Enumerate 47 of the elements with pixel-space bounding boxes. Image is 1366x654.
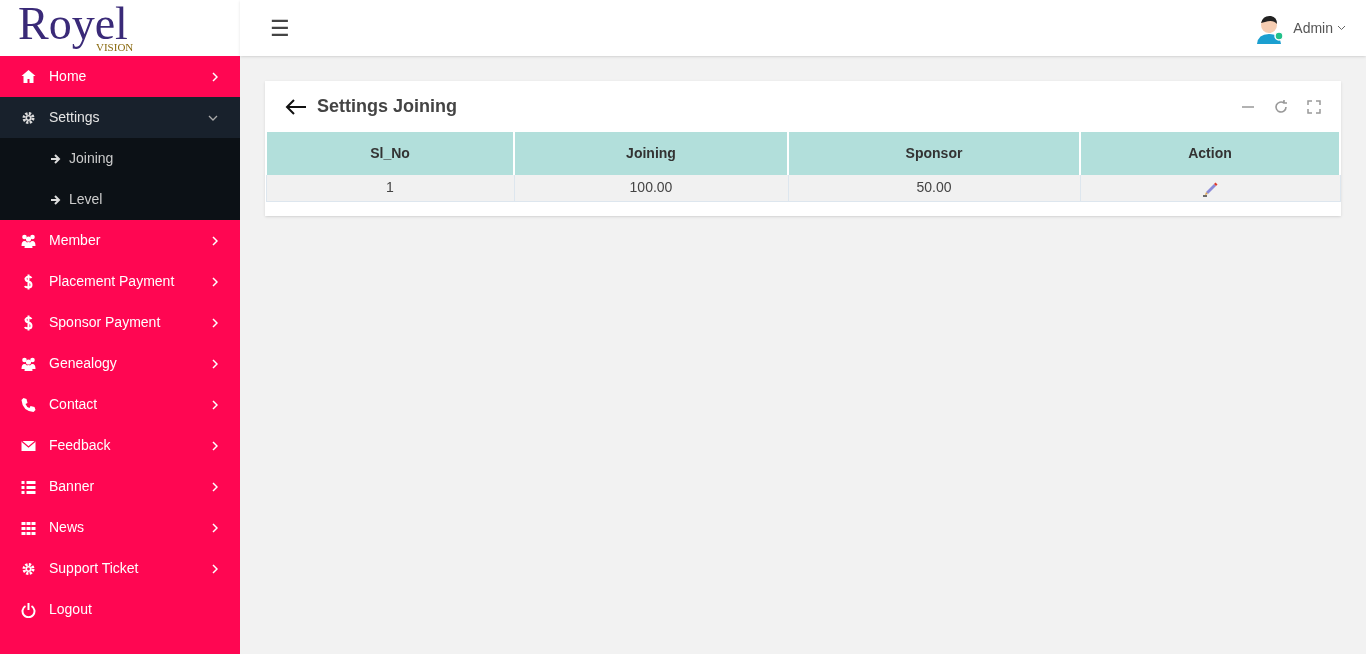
table-cell: 100.00	[514, 175, 788, 201]
table-cell: 1	[266, 175, 514, 201]
chevron-right-icon	[212, 71, 218, 82]
chevron-right-icon	[212, 563, 218, 574]
sidebar-item[interactable]: Placement Payment	[0, 261, 240, 302]
home-icon	[20, 68, 37, 85]
pencil-icon[interactable]	[1201, 180, 1219, 197]
sidebar-item[interactable]: Member	[0, 220, 240, 261]
submenu-item[interactable]: Level	[0, 179, 240, 220]
chevron-down-icon	[1337, 25, 1346, 31]
power-icon	[20, 601, 37, 618]
table-cell: 50.00	[788, 175, 1080, 201]
fullscreen-icon[interactable]	[1307, 99, 1321, 114]
people-icon	[20, 232, 37, 249]
chevron-right-icon	[212, 440, 218, 451]
chevron-right-icon	[212, 399, 218, 410]
gear-icon	[20, 560, 37, 577]
gear-icon	[20, 109, 37, 126]
sidebar-item[interactable]: Feedback	[0, 425, 240, 466]
chevron-right-icon	[212, 522, 218, 533]
sidebar-item[interactable]: Banner	[0, 466, 240, 507]
submenu-item[interactable]: Joining	[0, 138, 240, 179]
list-icon	[20, 478, 37, 495]
chevron-right-icon	[212, 276, 218, 287]
chevron-right-icon	[212, 317, 218, 328]
sidebar-item[interactable]: Genealogy	[0, 343, 240, 384]
refresh-icon[interactable]	[1273, 98, 1289, 115]
back-arrow-icon[interactable]	[285, 98, 307, 115]
arrow-right-icon	[50, 152, 62, 165]
phone-icon	[20, 396, 37, 413]
chevron-down-icon	[208, 114, 218, 121]
sidebar-item[interactable]: Home	[0, 56, 240, 97]
sidebar-item[interactable]: Settings	[0, 97, 240, 138]
sidebar-item[interactable]: News	[0, 507, 240, 548]
panel-title: Settings Joining	[317, 95, 457, 118]
user-menu[interactable]: Admin	[1293, 17, 1346, 39]
sidebar-item[interactable]: Logout	[0, 589, 240, 630]
sidebar-item[interactable]: Contact	[0, 384, 240, 425]
sidebar-item[interactable]: Sponsor Payment	[0, 302, 240, 343]
menu-button[interactable]: ☰	[270, 11, 290, 45]
grid-icon	[20, 519, 37, 536]
people-icon	[20, 355, 37, 372]
arrow-right-icon	[50, 193, 62, 206]
chevron-right-icon	[212, 235, 218, 246]
chevron-right-icon	[212, 358, 218, 369]
sidebar-item[interactable]: Support Ticket	[0, 548, 240, 589]
chevron-right-icon	[212, 481, 218, 492]
